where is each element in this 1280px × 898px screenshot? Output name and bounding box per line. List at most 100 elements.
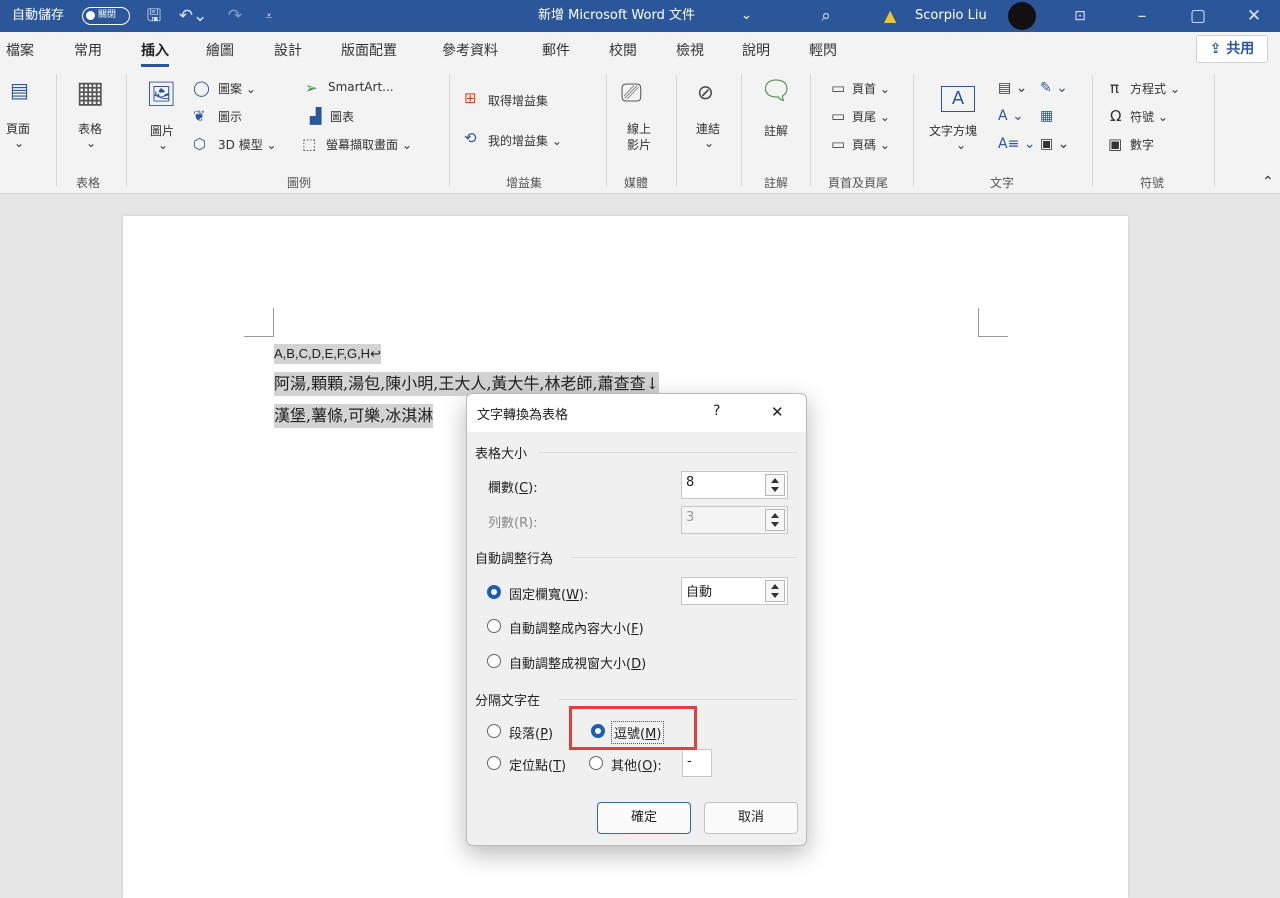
tab-help[interactable]: 說明 [742,32,770,68]
text-box-icon: A [941,86,975,112]
columns-spinner[interactable]: 8 [681,471,788,499]
tab-flash[interactable]: 輕閃 [809,32,837,68]
rows-label: 列數(R): [488,516,538,531]
tab-home[interactable]: 常用 [74,32,102,68]
ribbon-display-icon[interactable]: ⊡ [1068,0,1092,32]
header-label: 頁首 [852,82,877,96]
minimize-icon[interactable]: – [1130,0,1154,32]
cancel-button[interactable]: 取消 [704,802,798,834]
document-title[interactable]: 新增 Microsoft Word 文件 [538,0,695,32]
table-icon: ▦ [76,75,105,110]
tab-references[interactable]: 參考資料 [442,32,498,68]
my-addins-button[interactable]: 我的增益集 ⌄ [488,132,562,149]
crop-mark [244,336,274,337]
tab-view[interactable]: 檢視 [676,32,704,68]
tab-file[interactable]: 檔案 [6,32,34,68]
online-video-icon: ⎚ [621,78,642,108]
symbol-button[interactable]: 符號 ⌄ [1130,108,1168,125]
avatar[interactable] [1008,2,1036,30]
signature-line-icon[interactable]: ✎ ⌄ [1040,80,1068,96]
chevron-down-icon: ⌄ [14,136,25,150]
3d-models-label: 3D 模型 [218,138,263,152]
maximize-icon[interactable]: ▢ [1186,0,1210,32]
equation-button[interactable]: 方程式 ⌄ [1130,80,1180,97]
link-icon: ⊘ [697,80,714,104]
separator [449,74,450,186]
quick-access-menu-icon[interactable]: ⩡ [260,0,278,32]
footer-label: 頁尾 [852,110,877,124]
tab-label[interactable]: 定位點(T) [509,755,566,774]
page-number-button[interactable]: 頁碼 ⌄ [852,136,890,153]
search-icon[interactable]: ⌕ [816,0,836,32]
header-button[interactable]: 頁首 ⌄ [852,80,890,97]
autofit-content-radio[interactable] [487,619,501,633]
icons-button[interactable]: 圖示 [218,108,242,125]
rows-value: 3 [686,510,695,525]
autofit-window-radio[interactable] [487,654,501,668]
ok-button[interactable]: 確定 [597,802,691,834]
columns-stepper[interactable] [765,474,785,496]
footer-button[interactable]: 頁尾 ⌄ [852,108,890,125]
chevron-down-icon: ⌄ [158,138,169,152]
redo-icon[interactable]: ↷ [224,0,246,32]
document-line-3[interactable]: 漢堡,薯條,可樂,冰淇淋 [274,404,434,428]
number-button[interactable]: 數字 [1130,136,1154,153]
wordart-icon[interactable]: A ⌄ [998,108,1024,124]
tab-layout[interactable]: 版面配置 [341,32,397,68]
close-button[interactable]: ✕ [771,403,784,421]
tab-draw[interactable]: 繪圖 [206,32,234,68]
footer-icon: ▭ [831,107,846,125]
fixed-width-label[interactable]: 固定欄寬(W): [509,584,588,603]
get-addins-button[interactable]: 取得增益集 [488,92,548,109]
separator [1092,74,1093,186]
tab-insert[interactable]: 插入 [141,32,169,68]
paragraph-radio[interactable] [487,724,501,738]
group-label-header-footer: 頁首及頁尾 [828,176,889,190]
tab-mailings[interactable]: 郵件 [542,32,570,68]
save-icon[interactable]: 🖫 [142,0,166,32]
dialog-title: 文字轉換為表格 [477,408,569,423]
picture-icon: 🖼 [146,80,177,108]
paragraph-label[interactable]: 段落(P) [509,723,553,742]
menu-tabs: 檔案 常用 插入 繪圖 設計 版面配置 參考資料 郵件 校閱 檢視 說明 輕閃 … [0,32,1280,68]
highlight-box [569,706,697,750]
rows-stepper [765,509,785,531]
close-window-icon[interactable]: ✕ [1242,0,1266,32]
drop-cap-icon[interactable]: A≡ ⌄ [998,136,1036,152]
undo-icon[interactable]: ↶⌄ [178,0,208,32]
crop-mark [978,308,979,336]
tab-review[interactable]: 校閱 [609,32,637,68]
shapes-button[interactable]: 圖案 ⌄ [218,80,256,97]
other-separator-input[interactable]: - [682,749,712,777]
group-label-media: 媒體 [624,176,649,190]
smartart-button[interactable]: SmartArt... [328,80,394,94]
autofit-window-label[interactable]: 自動調整成視窗大小(D) [509,653,646,672]
object-icon[interactable]: ▣ ⌄ [1040,136,1069,152]
fixed-width-radio[interactable] [487,585,501,599]
title-dropdown-icon[interactable]: ⌄ [741,0,752,32]
screenshot-button[interactable]: 螢幕擷取畫面 ⌄ [326,136,412,153]
tab-design[interactable]: 設計 [274,32,302,68]
quick-parts-icon[interactable]: ▤ ⌄ [998,80,1027,96]
autofit-content-label[interactable]: 自動調整成內容大小(F) [509,618,644,637]
date-time-icon[interactable]: ▦ [1040,108,1053,124]
fixed-width-stepper[interactable] [765,580,785,602]
other-radio[interactable] [589,756,603,770]
group-label-illustrations: 圖例 [287,176,312,190]
tab-radio[interactable] [487,756,501,770]
online-video-label-1: 線上 [627,122,652,136]
help-button[interactable]: ? [713,403,720,419]
fixed-width-spinner[interactable]: 自動 [681,577,788,605]
collapse-ribbon-icon[interactable]: ⌃ [1262,174,1274,190]
share-icon: ⇪ [1209,41,1222,57]
share-button[interactable]: ⇪ 共用 [1196,35,1268,63]
warning-icon[interactable]: ▲ [884,4,896,28]
user-name[interactable]: Scorpio Liu [915,0,987,32]
other-label[interactable]: 其他(O): [611,755,662,774]
divider [539,452,797,453]
autosave-toggle[interactable]: 關閉 [82,7,130,25]
3d-models-button[interactable]: 3D 模型 ⌄ [218,136,277,153]
divider [559,699,797,700]
document-line-1[interactable]: A,B,C,D,E,F,G,H↩ [274,344,381,364]
chart-button[interactable]: 圖表 [330,108,354,125]
